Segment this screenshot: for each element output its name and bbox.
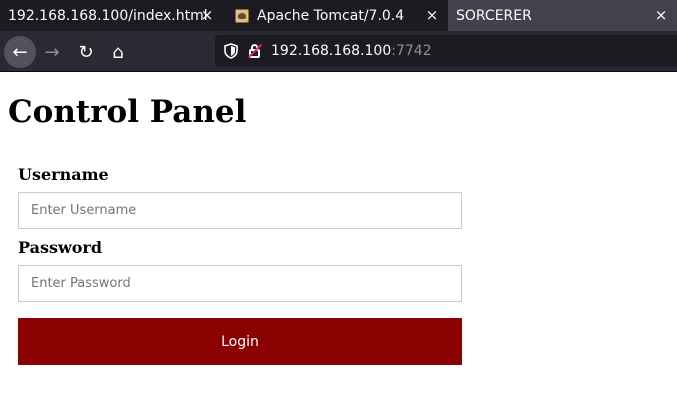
close-icon[interactable]: × <box>653 6 669 24</box>
username-label: Username <box>18 165 109 184</box>
password-label: Password <box>18 238 103 257</box>
navigation-bar: ← → ↻ ⌂ 192.168.168.100:7742 <box>0 31 677 72</box>
tab-title: SORCERER <box>456 7 532 24</box>
tomcat-icon <box>235 8 249 23</box>
tab-title: Apache Tomcat/7.0.4 <box>257 7 405 24</box>
tab-apache-tomcat[interactable]: Apache Tomcat/7.0.4 × <box>225 0 448 31</box>
url-host: 192.168.168.100 <box>271 43 392 59</box>
page-content: Control Panel Username Password Login <box>0 72 677 408</box>
page-title: Control Panel <box>8 94 247 130</box>
tab-title: 192.168.168.100/index.html <box>8 7 208 24</box>
url-bar[interactable]: 192.168.168.100:7742 <box>215 35 677 67</box>
login-button[interactable]: Login <box>18 318 462 365</box>
tab-index-html[interactable]: 192.168.168.100/index.html × <box>0 0 223 31</box>
home-icon[interactable]: ⌂ <box>102 36 134 68</box>
url-port: :7742 <box>391 43 432 59</box>
back-icon[interactable]: ← <box>4 36 36 68</box>
insecure-lock-icon[interactable] <box>247 43 263 59</box>
tab-sorcerer[interactable]: SORCERER × <box>448 0 677 31</box>
password-input[interactable] <box>18 265 462 302</box>
shield-icon[interactable] <box>223 43 239 59</box>
username-input[interactable] <box>18 192 462 229</box>
forward-icon[interactable]: → <box>36 36 68 68</box>
close-icon[interactable]: × <box>424 6 440 24</box>
url-text[interactable]: 192.168.168.100:7742 <box>271 43 432 59</box>
close-icon[interactable]: × <box>199 6 215 24</box>
reload-icon[interactable]: ↻ <box>70 36 102 68</box>
tab-strip: 192.168.168.100/index.html × Apache Tomc… <box>0 0 677 31</box>
